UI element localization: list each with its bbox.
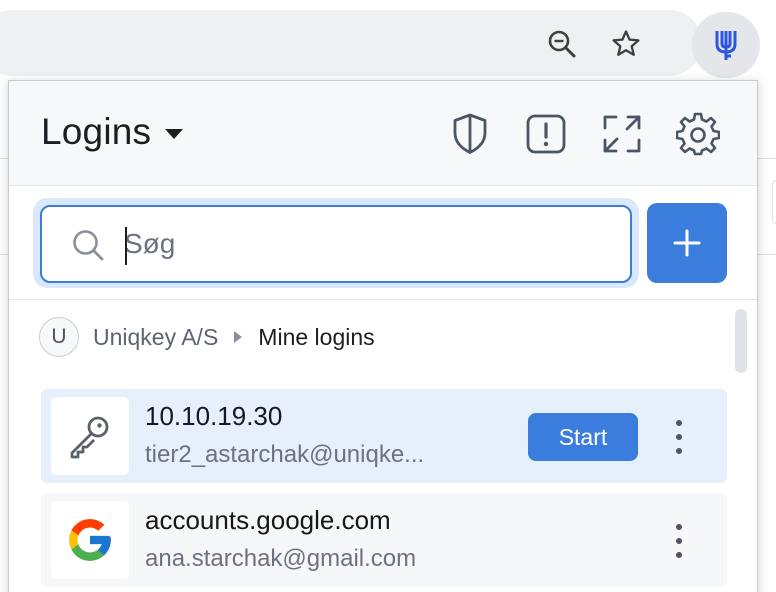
organization-avatar: U (39, 317, 79, 357)
uniqkey-extension-button[interactable] (692, 12, 760, 78)
breadcrumb-organization[interactable]: Uniqkey A/S (93, 324, 218, 351)
shield-icon[interactable] (446, 110, 494, 158)
search-row (9, 186, 757, 300)
more-options-icon[interactable] (663, 417, 695, 457)
caret-down-icon (165, 129, 184, 139)
page-divider (758, 158, 776, 159)
breadcrumb-current: Mine logins (258, 323, 375, 350)
login-username: ana.starchak@gmail.com (145, 545, 417, 572)
login-item[interactable]: accounts.google.com ana.starchak@gmail.c… (41, 493, 727, 587)
popup-title: Logins (41, 111, 152, 152)
more-options-icon[interactable] (663, 521, 695, 561)
login-favicon (51, 397, 129, 475)
address-bar[interactable] (0, 10, 702, 76)
search-icon (73, 230, 104, 261)
page-element (772, 180, 776, 224)
bookmark-star-icon[interactable] (608, 26, 644, 62)
login-item[interactable]: 10.10.19.30 tier2_astarchak@uniqke... St… (41, 389, 727, 483)
popup-header: Logins (9, 81, 757, 186)
add-login-button[interactable] (647, 203, 727, 283)
page-divider (0, 158, 8, 159)
search-input[interactable] (124, 219, 614, 269)
key-icon (70, 416, 109, 459)
zoom-out-icon[interactable] (544, 26, 580, 62)
expand-icon[interactable] (598, 110, 646, 158)
text-cursor (125, 227, 127, 265)
alert-icon[interactable] (522, 110, 570, 158)
breadcrumb: U Uniqkey A/S Mine logins (39, 317, 375, 357)
google-logo-icon (69, 519, 111, 561)
search-box[interactable] (40, 205, 632, 283)
browser-toolbar (0, 0, 776, 80)
extension-popup: Logins Søg U Uniqkey A/S Mine logins 10.… (8, 80, 758, 592)
login-favicon (51, 501, 129, 579)
login-title: accounts.google.com (145, 505, 391, 535)
search-focus-ring (33, 198, 639, 288)
page-divider (758, 254, 776, 255)
plus-icon (673, 229, 701, 257)
login-title: 10.10.19.30 (145, 401, 283, 431)
start-button[interactable]: Start (528, 413, 638, 461)
breadcrumb-separator-icon (234, 331, 243, 343)
scrollbar-thumb[interactable] (735, 309, 747, 373)
page-divider (0, 254, 8, 255)
login-username: tier2_astarchak@uniqke... (145, 441, 425, 468)
vault-selector[interactable]: Logins (41, 111, 184, 153)
gear-icon[interactable] (674, 110, 722, 158)
uniqkey-icon (715, 31, 737, 60)
